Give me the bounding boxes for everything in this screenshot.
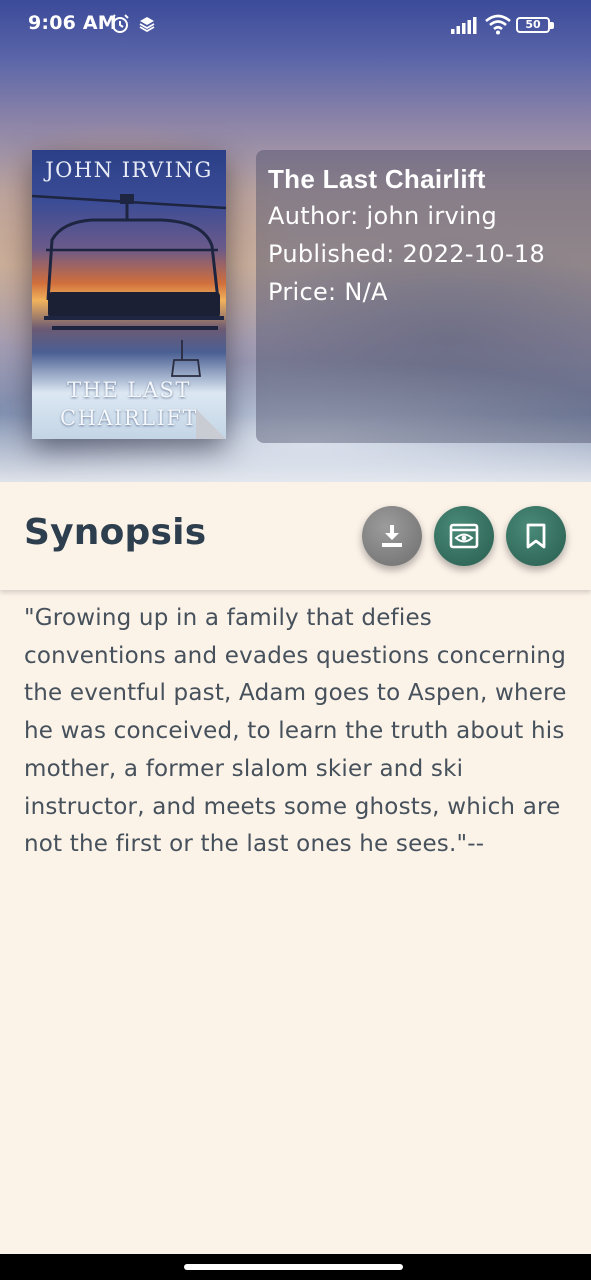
wifi-icon: [485, 14, 511, 35]
page-curl: [196, 409, 226, 439]
bookmark-icon: [526, 523, 546, 549]
layers-icon: [139, 17, 155, 32]
preview-eye-icon: [449, 523, 479, 549]
home-indicator[interactable]: [184, 1264, 403, 1270]
battery-level: 50: [525, 18, 541, 31]
synopsis-heading: Synopsis: [24, 512, 207, 553]
preview-button[interactable]: [434, 506, 494, 566]
book-detail-screen: 9:06 AM 50 JOHN IRVING THE LAST CHAIRLIF…: [0, 0, 591, 1280]
hero-header: 9:06 AM 50 JOHN IRVING THE LAST CHAIRLIF…: [0, 0, 591, 482]
book-published: Published: 2022-10-18: [268, 240, 546, 268]
battery-icon: 50: [516, 15, 556, 35]
status-bar: 9:06 AM 50: [0, 0, 591, 50]
status-time: 9:06 AM: [28, 12, 117, 34]
cover-author: JOHN IRVING: [45, 158, 213, 182]
book-title: The Last Chairlift: [268, 164, 486, 194]
alarm-icon: [111, 14, 129, 33]
download-icon: [382, 525, 402, 547]
book-cover: JOHN IRVING THE LAST CHAIRLIFT: [32, 150, 226, 439]
book-author: Author: john irving: [268, 202, 498, 230]
navigation-bar: [0, 1254, 591, 1280]
bookmark-button[interactable]: [506, 506, 566, 566]
book-price: Price: N/A: [268, 278, 388, 306]
download-button[interactable]: [362, 506, 422, 566]
synopsis-text: "Growing up in a family that defies conv…: [24, 605, 567, 858]
synopsis-header: Synopsis: [0, 482, 591, 590]
book-info-panel: The Last Chairlift Author: john irving P…: [256, 150, 591, 443]
signal-icon: [451, 17, 477, 34]
